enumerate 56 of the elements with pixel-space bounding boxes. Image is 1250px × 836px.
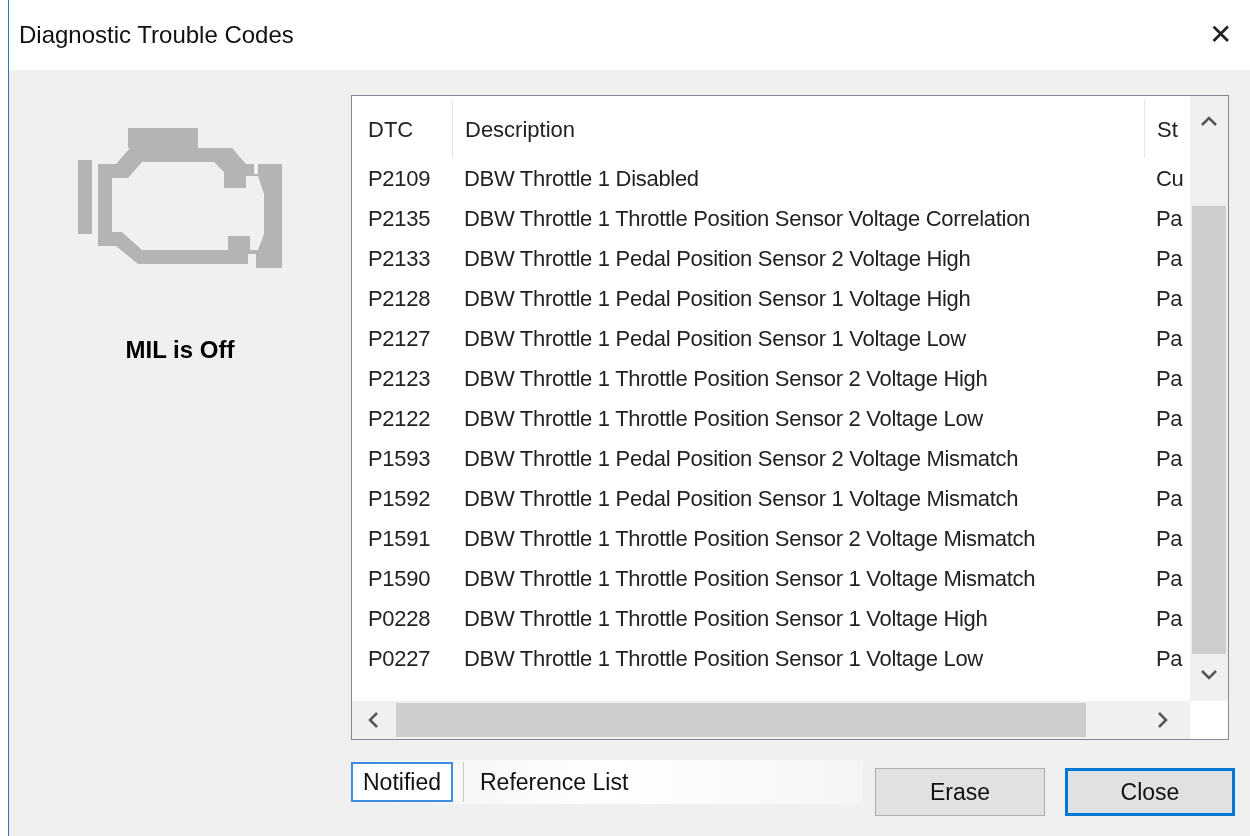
table-cell-text: DBW Throttle 1 Pedal Position Sensor 2 Voltage Mismatch <box>463 444 1020 473</box>
table-cell-text: P2133 <box>367 244 432 273</box>
table-cell-text: P2127 <box>367 324 432 353</box>
scroll-left-icon[interactable] <box>366 710 380 730</box>
dialog-button[interactable]: Close <box>1065 768 1235 816</box>
scroll-right-icon[interactable] <box>1156 710 1170 730</box>
table-cell-text: Pa <box>1155 564 1184 593</box>
table-cell-text: P2109 <box>367 164 432 193</box>
horizontal-scrollbar[interactable] <box>352 701 1190 739</box>
dialog-button[interactable]: Erase <box>875 768 1045 816</box>
table-cell-text: P2128 <box>367 284 432 313</box>
table-cell-text: DBW Throttle 1 Throttle Position Sensor Voltage Correlation <box>463 204 1031 233</box>
vertical-scrollbar[interactable] <box>1190 96 1228 701</box>
table-cell-text: Cu <box>1155 164 1184 193</box>
table-cell-text: DBW Throttle 1 Pedal Position Sensor 2 Voltage High <box>463 244 972 273</box>
table-cell-text: DBW Throttle 1 Disabled <box>463 164 700 193</box>
table-cell-text: P2135 <box>367 204 432 233</box>
column-header[interactable]: Description <box>452 100 1144 158</box>
mil-status: MIL is Off <box>125 335 235 365</box>
table-cell-text: P0228 <box>367 604 432 633</box>
table-cell-text: P1591 <box>367 524 432 553</box>
table-cell-text: Pa <box>1155 444 1184 473</box>
table-cell-text: P2122 <box>367 404 432 433</box>
table-cell-text: Pa <box>1155 244 1184 273</box>
table-cell-text: DBW Throttle 1 Throttle Position Sensor 2 Voltage High <box>463 364 989 393</box>
scroll-up-icon[interactable] <box>1199 114 1219 128</box>
table-cell-text: P1593 <box>367 444 432 473</box>
table-cell-text: P1592 <box>367 484 432 513</box>
table-cell-text: P2123 <box>367 364 432 393</box>
table-cell-text: Pa <box>1155 404 1184 433</box>
table-cell-text: DBW Throttle 1 Pedal Position Sensor 1 Voltage Low <box>463 324 967 353</box>
table-cell-text: Pa <box>1155 324 1184 353</box>
table-cell-text: DBW Throttle 1 Throttle Position Sensor 2 Voltage Mismatch <box>463 524 1037 553</box>
table-cell-text: Pa <box>1155 524 1184 553</box>
table-cell-text: DBW Throttle 1 Pedal Position Sensor 1 Voltage High <box>463 284 972 313</box>
table-cell-text: DBW Throttle 1 Throttle Position Sensor 1 Voltage High <box>463 604 989 633</box>
window-title: Diagnostic Trouble Codes <box>19 20 294 50</box>
column-header[interactable]: DTC <box>356 100 452 158</box>
table-cell-text: P1590 <box>367 564 432 593</box>
scroll-thumb[interactable] <box>396 703 1086 737</box>
table-cell-text: DBW Throttle 1 Throttle Position Sensor 1 Voltage Low <box>463 644 984 673</box>
scroll-thumb[interactable] <box>1192 206 1226 654</box>
table-cell-text: Pa <box>1155 364 1184 393</box>
table-cell-text: DBW Throttle 1 Throttle Position Sensor 2 Voltage Low <box>463 404 984 433</box>
table-cell-text: Pa <box>1155 204 1184 233</box>
table-cell-text: Pa <box>1155 644 1184 673</box>
table-cell-text: DBW Throttle 1 Throttle Position Sensor 1 Voltage Mismatch <box>463 564 1037 593</box>
table-cell-text: Pa <box>1155 284 1184 313</box>
tab[interactable]: Reference List <box>463 762 645 802</box>
table-cell-text: DBW Throttle 1 Pedal Position Sensor 1 Voltage Mismatch <box>463 484 1020 513</box>
table-cell-text: Pa <box>1155 604 1184 633</box>
tab[interactable]: Notified <box>351 762 453 802</box>
table-cell-text: P0227 <box>367 644 432 673</box>
scroll-down-icon[interactable] <box>1199 668 1219 682</box>
column-header[interactable]: St <box>1144 100 1184 158</box>
table-cell-text: Pa <box>1155 484 1184 513</box>
